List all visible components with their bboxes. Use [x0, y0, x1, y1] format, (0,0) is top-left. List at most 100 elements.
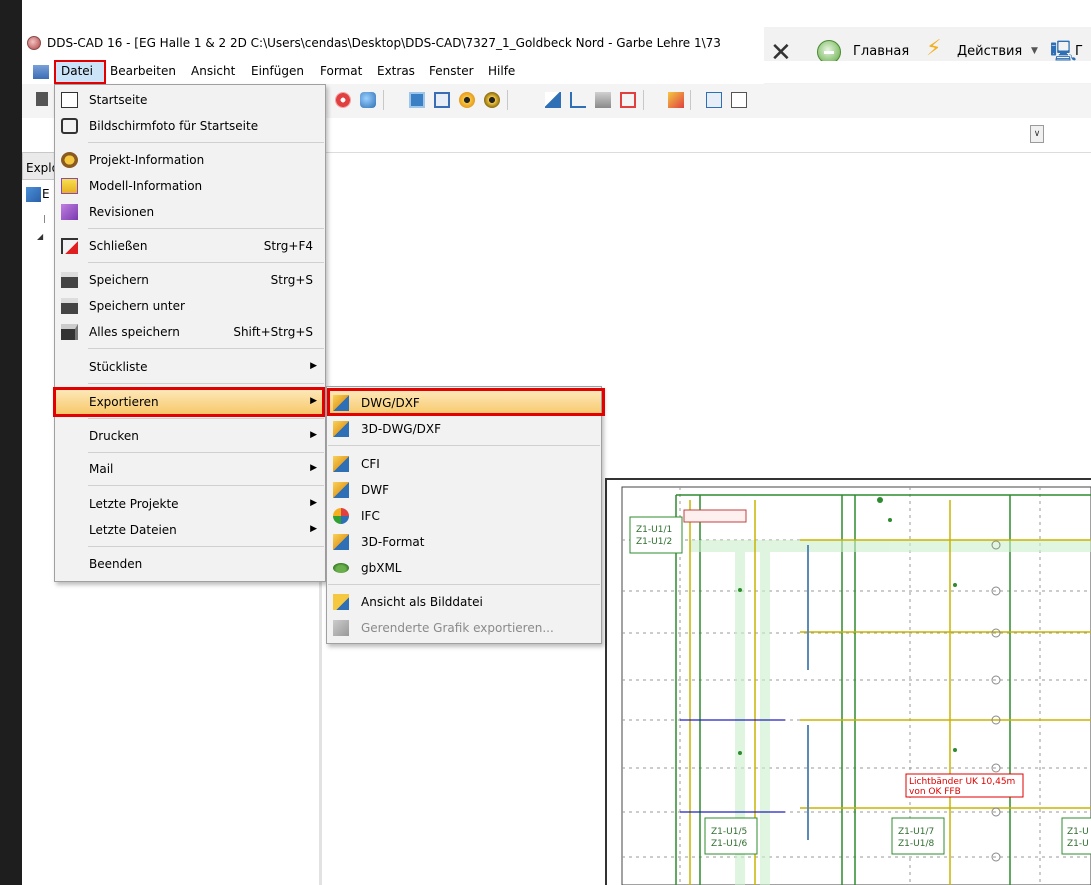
toolbar-building-icon[interactable]: [595, 92, 611, 108]
lightning-icon: ⚡: [926, 36, 942, 61]
toolbar-pin-icon[interactable]: [620, 92, 636, 108]
toolbar-list-icon[interactable]: [335, 92, 351, 108]
explorer-root-label[interactable]: E: [42, 187, 50, 201]
toolbar-dimension-icon[interactable]: [570, 92, 586, 108]
submenu-arrow-icon: ▶: [310, 430, 317, 440]
submenu-item-gerenderte-grafik[interactable]: Gerenderte Grafik exportieren...: [327, 616, 601, 640]
computer-icon[interactable]: 🖳: [1050, 40, 1077, 62]
dwg-dxf-highlight-box: [327, 388, 605, 416]
submenu-item-cfi[interactable]: CFI: [327, 452, 601, 476]
menu-bearbeiten[interactable]: Bearbeiten: [110, 64, 176, 78]
save-icon: [61, 272, 78, 288]
dropdown-chevron-icon[interactable]: ∨: [1030, 125, 1044, 143]
cut-off-button-label[interactable]: Г: [1075, 44, 1083, 59]
menu-datei[interactable]: Datei: [61, 64, 93, 78]
model-info-icon: [61, 178, 78, 194]
home-button[interactable]: Главная: [853, 44, 909, 59]
menu-fenster[interactable]: Fenster: [429, 64, 474, 78]
submenu-separator: [328, 445, 600, 446]
plan-label: Z1-U: [1067, 839, 1089, 849]
window-title: DDS-CAD 16 - [EG Halle 1 & 2 2D C:\Users…: [47, 36, 721, 50]
toolbar-separator: [690, 90, 691, 110]
toolbar-window-icon[interactable]: [434, 92, 450, 108]
tree-structure-icon: [26, 187, 41, 202]
toolbar-number-icon[interactable]: [706, 92, 722, 108]
ifc-icon: [333, 508, 349, 524]
menu-item-startseite[interactable]: Startseite: [55, 88, 325, 112]
plan-label: Z1-U1/2: [636, 537, 672, 547]
toolbar-separator: [507, 90, 508, 110]
menu-ansicht[interactable]: Ansicht: [191, 64, 235, 78]
submenu-arrow-icon: ▶: [310, 498, 317, 508]
toolbar-layers-icon[interactable]: [668, 92, 684, 108]
menu-item-drucken[interactable]: Drucken ▶: [55, 424, 325, 448]
toolbar-zoom-icon[interactable]: [409, 92, 425, 108]
toolbar-separator: [383, 90, 384, 110]
menu-item-projekt-information[interactable]: Projekt-Information: [55, 148, 325, 172]
submenu-item-ifc[interactable]: IFC: [327, 504, 601, 528]
plan-label: Z1-U1/5: [711, 827, 747, 837]
toolbar-separator: [643, 90, 644, 110]
submenu-arrow-icon: ▶: [310, 524, 317, 534]
toolbar-text-icon[interactable]: [731, 92, 747, 108]
plan-label: Z1-U1/6: [711, 839, 747, 849]
tree-expand-icon[interactable]: ◢: [37, 232, 43, 241]
image-file-icon: [333, 594, 349, 610]
menu-separator: [88, 228, 324, 229]
menu-item-stueckliste[interactable]: Stückliste ▶: [55, 355, 325, 379]
menu-item-letzte-dateien[interactable]: Letzte Dateien ▶: [55, 518, 325, 542]
menu-separator: [88, 383, 324, 384]
menu-item-alles-speichern[interactable]: Alles speichern Shift+Strg+S: [55, 320, 325, 344]
dark-side-strip: [0, 0, 22, 885]
menu-item-beenden[interactable]: Beenden: [55, 552, 325, 576]
plan-label: Z1-U1/7: [898, 827, 934, 837]
menu-format[interactable]: Format: [320, 64, 362, 78]
menu-separator: [88, 418, 324, 419]
menu-item-modell-information[interactable]: Modell-Information: [55, 174, 325, 198]
submenu-item-3d-format[interactable]: 3D-Format: [327, 530, 601, 554]
submenu-arrow-icon: ▶: [310, 463, 317, 473]
dwf-icon: [333, 482, 349, 498]
revisions-icon: [61, 204, 78, 220]
menu-item-revisionen[interactable]: Revisionen: [55, 200, 325, 224]
close-file-icon: [61, 238, 78, 254]
chevron-down-icon[interactable]: ▼: [1031, 46, 1038, 56]
plan-label: Z1-U1/8: [898, 839, 934, 849]
menu-item-letzte-projekte[interactable]: Letzte Projekte ▶: [55, 492, 325, 516]
startpage-icon: [61, 92, 78, 108]
menu-item-schliessen[interactable]: Schließen Strg+F4: [55, 234, 325, 258]
submenu-arrow-icon: ▶: [310, 361, 317, 371]
toolbar-doc-icon[interactable]: [36, 92, 48, 106]
note-text-line1: Lichtbänder UK 10,45m: [909, 777, 1015, 787]
submenu-item-ansicht-als-bilddatei[interactable]: Ansicht als Bilddatei: [327, 590, 601, 614]
menu-separator: [88, 485, 324, 486]
exportieren-highlight-box: [53, 387, 325, 417]
menu-item-speichern-unter[interactable]: Speichern unter: [55, 294, 325, 318]
drawing-canvas[interactable]: Z1-U1/1 Z1-U1/2 Z1-U1/5 Z1-U1/6 Z1-U1/7 …: [605, 478, 1091, 885]
toolbar-eye-icon[interactable]: [459, 92, 475, 108]
submenu-item-dwf[interactable]: DWF: [327, 478, 601, 502]
document-icon[interactable]: [33, 65, 49, 79]
menu-extras[interactable]: Extras: [377, 64, 415, 78]
plan-label: Z1-U: [1067, 827, 1089, 837]
submenu-separator: [328, 584, 600, 585]
actions-button[interactable]: Действия: [957, 44, 1022, 59]
menu-einfuegen[interactable]: Einfügen: [251, 64, 304, 78]
tree-line: [44, 215, 52, 223]
menu-separator: [88, 546, 324, 547]
menu-item-mail[interactable]: Mail ▶: [55, 457, 325, 481]
submenu-item-gbxml[interactable]: gbXML: [327, 556, 601, 580]
toolbar-eye-settings-icon[interactable]: [484, 92, 500, 108]
menu-separator: [88, 142, 324, 143]
submenu-item-3d-dwg-dxf[interactable]: 3D-DWG/DXF: [327, 417, 601, 441]
toolbar-help-icon[interactable]: [545, 92, 561, 108]
gbxml-icon: [333, 563, 349, 573]
menu-hilfe[interactable]: Hilfe: [488, 64, 515, 78]
label-box-1: [629, 516, 683, 554]
toolbar-users-icon[interactable]: [360, 92, 376, 108]
top-blank-area: [22, 0, 1091, 27]
menu-bar: [22, 61, 1091, 83]
menu-item-bildschirmfoto[interactable]: Bildschirmfoto für Startseite: [55, 114, 325, 138]
menu-item-speichern[interactable]: Speichern Strg+S: [55, 268, 325, 292]
app-logo-icon: [27, 36, 41, 50]
